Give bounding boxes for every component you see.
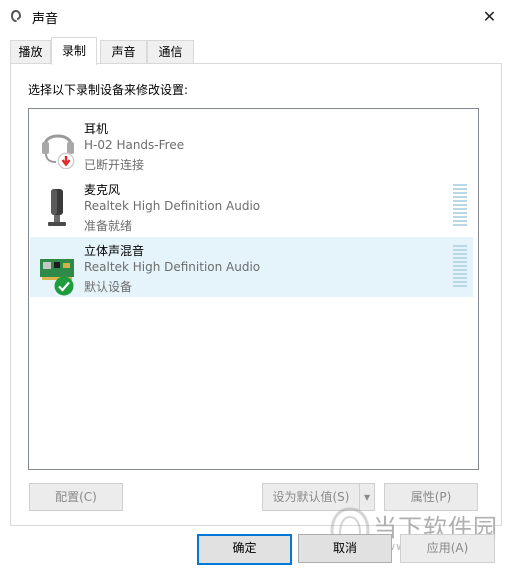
device-description: Realtek High Definition Audio [84,199,261,213]
list-item[interactable]: 耳机 H-02 Hands-Free 已断开连接 [30,115,473,175]
instruction-text: 选择以下录制设备来修改设置: [28,83,189,97]
disconnected-arrow-icon [58,153,74,169]
device-name: 麦克风 [84,183,121,197]
close-button[interactable]: ✕ [468,0,511,32]
apply-button[interactable]: 应用(A) [400,534,495,563]
list-item[interactable]: 麦克风 Realtek High Definition Audio 准备就绪 [30,176,473,236]
device-status: 准备就绪 [84,219,133,233]
tab-sounds[interactable]: 声音 [100,40,147,64]
configure-button[interactable]: 配置(C) [29,483,123,511]
properties-button[interactable]: 属性(P) [384,483,478,511]
ok-button[interactable]: 确定 [197,534,292,565]
title-bar: 声音 ✕ [0,0,511,32]
cancel-button[interactable]: 取消 [298,534,392,563]
window-title: 声音 [32,12,59,27]
device-status: 已断开连接 [84,158,145,172]
device-status: 默认设备 [84,280,133,294]
level-meter [453,245,467,289]
device-description: Realtek High Definition Audio [84,260,261,274]
tab-communications[interactable]: 通信 [147,40,194,64]
device-description: H-02 Hands-Free [84,138,185,152]
level-meter [453,184,467,228]
list-item[interactable]: 立体声混音 Realtek High Definition Audio 默认设备 [30,237,473,297]
device-name: 立体声混音 [84,244,145,258]
default-check-icon [54,276,74,296]
microphone-icon [48,189,66,226]
device-list[interactable]: 耳机 H-02 Hands-Free 已断开连接 麦克风 Realtek Hig… [28,108,479,470]
device-name: 耳机 [84,122,109,136]
speaker-icon [11,10,21,22]
close-icon: ✕ [482,6,497,26]
chevron-down-icon: ▾ [363,490,371,504]
tab-playback[interactable]: 播放 [10,40,51,64]
tab-recording[interactable]: 录制 [51,37,97,65]
